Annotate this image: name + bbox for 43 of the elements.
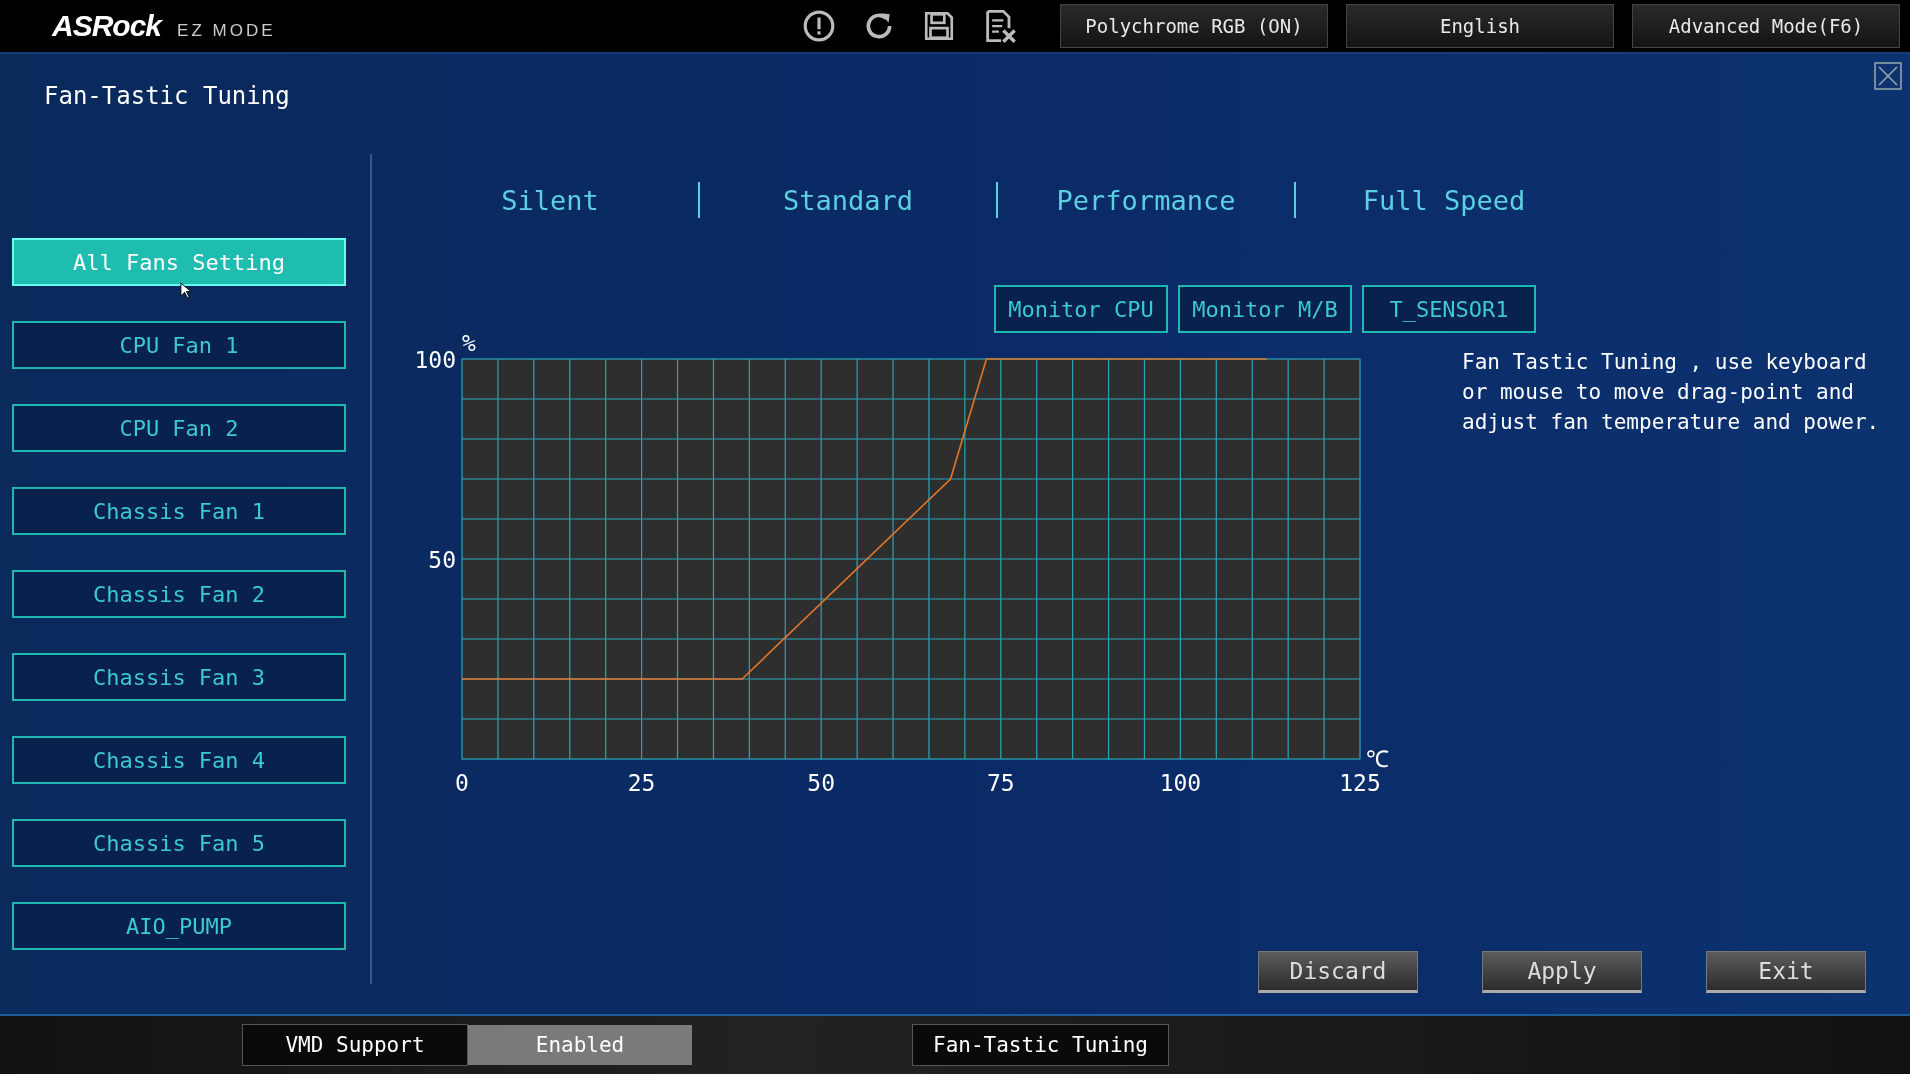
preset-tab[interactable]: Full Speed: [1296, 183, 1592, 217]
sensor-button[interactable]: Monitor M/B: [1178, 285, 1352, 333]
header-button[interactable]: Advanced Mode(F6): [1632, 4, 1900, 48]
x-tick-label: 125: [1339, 770, 1381, 796]
panel-title: Fan-Tastic Tuning: [44, 82, 291, 112]
action-button[interactable]: Exit: [1706, 951, 1866, 993]
fan-button[interactable]: Chassis Fan 5: [12, 819, 346, 867]
mode-label: EZ MODE: [177, 21, 276, 41]
sensor-button[interactable]: Monitor CPU: [994, 285, 1168, 333]
close-icon[interactable]: [1874, 62, 1902, 90]
setting-item: VMD Support: [242, 1024, 468, 1066]
preset-tab[interactable]: Performance: [998, 183, 1294, 217]
fan-button[interactable]: Chassis Fan 3: [12, 653, 346, 701]
fan-button[interactable]: Chassis Fan 4: [12, 736, 346, 784]
mouse-cursor-icon: [180, 282, 191, 299]
action-button[interactable]: Apply: [1482, 951, 1642, 993]
x-tick-label: 75: [986, 770, 1015, 796]
fan-button[interactable]: CPU Fan 2: [12, 404, 346, 452]
fan-button[interactable]: AIO_PUMP: [12, 902, 346, 950]
setting-item: Enabled: [468, 1025, 692, 1065]
save-icon[interactable]: [922, 9, 956, 43]
y-axis-unit: %: [462, 330, 476, 356]
header-button[interactable]: Polychrome RGB (ON): [1060, 4, 1328, 48]
logo: ASRock: [52, 9, 162, 43]
preset-tab[interactable]: Standard: [700, 183, 996, 217]
help-text: Fan Tastic Tuning , use keyboard or mouse to move drag-point and adjust fan temperature and power.: [1462, 349, 1881, 436]
fan-curve-line[interactable]: [461, 358, 1268, 680]
warning-icon[interactable]: [802, 9, 836, 43]
fan-button[interactable]: Chassis Fan 2: [12, 570, 346, 618]
fan-button[interactable]: CPU Fan 1: [12, 321, 346, 369]
x-tick-label: 100: [1159, 770, 1202, 796]
y-tick-label: 100: [414, 347, 456, 373]
action-button[interactable]: Discard: [1258, 951, 1418, 993]
header-button[interactable]: English: [1346, 4, 1614, 48]
y-tick-label: 50: [428, 547, 456, 573]
preset-tab[interactable]: Silent: [402, 183, 698, 217]
fan-button[interactable]: Chassis Fan 1: [12, 487, 346, 535]
x-axis-unit: ℃: [1366, 746, 1389, 772]
x-tick-label: 0: [455, 770, 469, 796]
x-tick-label: 50: [807, 770, 836, 796]
x-tick-label: 25: [627, 770, 656, 796]
sensor-button[interactable]: T_SENSOR1: [1362, 285, 1536, 333]
setting-item: Fan-Tastic Tuning: [912, 1024, 1169, 1066]
